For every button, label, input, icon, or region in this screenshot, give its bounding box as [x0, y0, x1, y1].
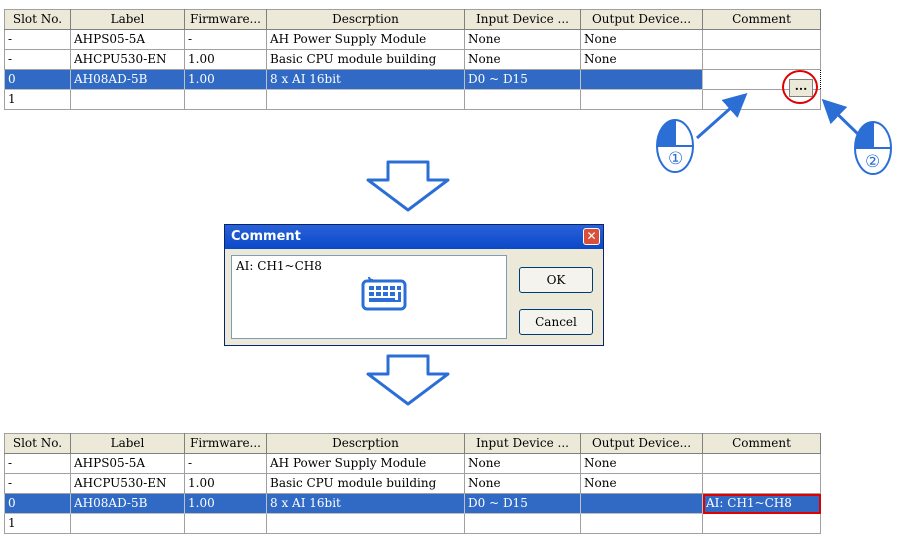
highlight-circle [782, 70, 818, 104]
cell-description: 8 x AI 16bit [266, 493, 465, 514]
close-icon[interactable]: ✕ [583, 228, 600, 245]
cell-label [70, 513, 185, 534]
down-arrow-icon [366, 160, 450, 212]
dialog-titlebar[interactable]: Comment ✕ [225, 225, 603, 249]
table-row[interactable]: 1 [4, 89, 821, 110]
cell-output: None [580, 29, 703, 50]
cell-label [70, 89, 185, 110]
module-table-after: Slot No. Label Firmware... Descrption In… [4, 433, 821, 534]
col-header-slot[interactable]: Slot No. [4, 433, 71, 454]
cell-comment[interactable] [702, 513, 821, 534]
cell-input: D0 ~ D15 [464, 69, 581, 90]
cell-description [266, 513, 465, 534]
step-marker-2: ② [865, 152, 881, 172]
cell-output [580, 89, 703, 110]
comment-cell-highlighted[interactable]: AI: CH1~CH8 [702, 493, 821, 514]
cell-output [580, 69, 703, 90]
cell-firmware [184, 513, 267, 534]
header-row: Slot No. Label Firmware... Descrption In… [4, 433, 821, 454]
cell-comment[interactable] [702, 473, 821, 494]
cell-slot: - [4, 453, 71, 474]
col-header-firmware[interactable]: Firmware... [184, 433, 267, 454]
table-row-selected[interactable]: 0 AH08AD-5B 1.00 8 x AI 16bit D0 ~ D15 A… [4, 493, 821, 514]
keyboard-icon [361, 276, 407, 311]
cell-comment[interactable] [702, 453, 821, 474]
table-row[interactable]: - AHCPU530-EN 1.00 Basic CPU module buil… [4, 473, 821, 494]
cell-output [580, 513, 703, 534]
col-header-output-device[interactable]: Output Device... [580, 433, 703, 454]
col-header-description[interactable]: Descrption [266, 433, 465, 454]
cell-label: AHPS05-5A [70, 29, 185, 50]
cell-comment[interactable] [702, 29, 821, 50]
cell-slot: 0 [4, 69, 71, 90]
down-arrow-icon [366, 354, 450, 406]
cell-input: None [464, 453, 581, 474]
cell-output [580, 493, 703, 514]
dialog-title: Comment [231, 229, 301, 244]
cell-input: None [464, 29, 581, 50]
col-header-label[interactable]: Label [70, 433, 185, 454]
col-header-description[interactable]: Descrption [266, 9, 465, 30]
header-row: Slot No. Label Firmware... Descrption In… [4, 9, 821, 30]
cell-firmware: - [184, 453, 267, 474]
step-marker-1: ① [668, 149, 684, 169]
table-row[interactable]: - AHCPU530-EN 1.00 Basic CPU module buil… [4, 49, 821, 70]
col-header-input-device[interactable]: Input Device ... [464, 433, 581, 454]
ok-button[interactable]: OK [519, 267, 593, 293]
cell-input: None [464, 473, 581, 494]
cell-label: AHCPU530-EN [70, 473, 185, 494]
cell-input: D0 ~ D15 [464, 493, 581, 514]
comment-dialog: Comment ✕ AI: CH1~CH8 OK Cancel [224, 224, 604, 346]
table-row-selected[interactable]: 0 AH08AD-5B 1.00 8 x AI 16bit D0 ~ D15 [4, 69, 821, 90]
table-row[interactable]: 1 [4, 513, 821, 534]
cell-firmware: 1.00 [184, 49, 267, 70]
cell-description: AH Power Supply Module [266, 453, 465, 474]
cell-slot: 1 [4, 89, 71, 110]
cell-output: None [580, 453, 703, 474]
cell-description: AH Power Supply Module [266, 29, 465, 50]
cell-input [464, 89, 581, 110]
cell-description: Basic CPU module building [266, 473, 465, 494]
col-header-comment[interactable]: Comment [702, 9, 821, 30]
cell-input: None [464, 49, 581, 70]
cell-slot: 1 [4, 513, 71, 534]
cell-output: None [580, 473, 703, 494]
col-header-slot[interactable]: Slot No. [4, 9, 71, 30]
col-header-output-device[interactable]: Output Device... [580, 9, 703, 30]
col-header-label[interactable]: Label [70, 9, 185, 30]
table-row[interactable]: - AHPS05-5A - AH Power Supply Module Non… [4, 29, 821, 50]
cell-label: AHCPU530-EN [70, 49, 185, 70]
cell-description [266, 89, 465, 110]
cell-slot: - [4, 29, 71, 50]
module-table-before: Slot No. Label Firmware... Descrption In… [4, 9, 821, 110]
cell-slot: - [4, 49, 71, 70]
table-row[interactable]: - AHPS05-5A - AH Power Supply Module Non… [4, 453, 821, 474]
cell-description: 8 x AI 16bit [266, 69, 465, 90]
cell-slot: 0 [4, 493, 71, 514]
cell-label: AHPS05-5A [70, 453, 185, 474]
cell-label: AH08AD-5B [70, 69, 185, 90]
col-header-comment[interactable]: Comment [702, 433, 821, 454]
cell-comment[interactable] [702, 49, 821, 70]
cell-output: None [580, 49, 703, 70]
cell-firmware: 1.00 [184, 473, 267, 494]
cell-label: AH08AD-5B [70, 493, 185, 514]
cell-firmware: - [184, 29, 267, 50]
col-header-input-device[interactable]: Input Device ... [464, 9, 581, 30]
cell-firmware: 1.00 [184, 69, 267, 90]
col-header-firmware[interactable]: Firmware... [184, 9, 267, 30]
cell-input [464, 513, 581, 534]
cell-description: Basic CPU module building [266, 49, 465, 70]
cell-slot: - [4, 473, 71, 494]
cell-firmware: 1.00 [184, 493, 267, 514]
cancel-button[interactable]: Cancel [519, 309, 593, 335]
cell-firmware [184, 89, 267, 110]
